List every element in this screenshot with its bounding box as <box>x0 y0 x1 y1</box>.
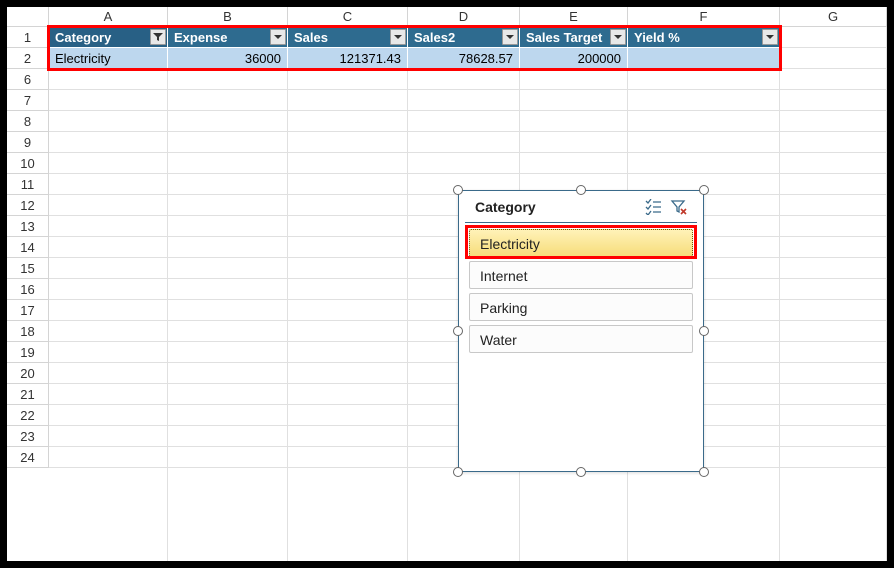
header-sales-target[interactable]: Sales Target <box>520 27 628 48</box>
resize-handle[interactable] <box>453 467 463 477</box>
row-header[interactable]: 11 <box>7 174 49 195</box>
row-header[interactable]: 6 <box>7 69 49 90</box>
header-label: Yield % <box>634 30 680 45</box>
cell-category[interactable]: Electricity <box>49 48 168 69</box>
slicer-item-internet[interactable]: Internet <box>469 261 693 289</box>
multi-select-icon[interactable] <box>641 195 665 219</box>
row-header[interactable]: 10 <box>7 153 49 174</box>
row-header[interactable]: 20 <box>7 363 49 384</box>
table-header-row: Category Expense Sales Sales2 <box>49 27 780 48</box>
dropdown-icon[interactable] <box>502 29 518 45</box>
dropdown-icon[interactable] <box>390 29 406 45</box>
resize-handle[interactable] <box>453 185 463 195</box>
header-label: Category <box>55 30 111 45</box>
row-header[interactable]: 22 <box>7 405 49 426</box>
resize-handle[interactable] <box>699 326 709 336</box>
header-label: Sales2 <box>414 30 455 45</box>
row-header[interactable]: 21 <box>7 384 49 405</box>
cell-sales-target[interactable]: 200000 <box>520 48 628 69</box>
row-header[interactable]: 23 <box>7 426 49 447</box>
row-header[interactable]: 7 <box>7 90 49 111</box>
row-header[interactable]: 19 <box>7 342 49 363</box>
dropdown-icon[interactable] <box>762 29 778 45</box>
slicer-item-water[interactable]: Water <box>469 325 693 353</box>
slicer-header: Category <box>465 191 697 223</box>
col-header-D[interactable]: D <box>408 7 520 27</box>
row-headers: 1 2 6 7 8 9 10 11 12 13 14 15 16 17 18 1… <box>7 27 49 468</box>
cell-expense[interactable]: 36000 <box>168 48 288 69</box>
resize-handle[interactable] <box>699 467 709 477</box>
col-header-F[interactable]: F <box>628 7 780 27</box>
row-header[interactable]: 9 <box>7 132 49 153</box>
header-yield[interactable]: Yield % <box>628 27 780 48</box>
resize-handle[interactable] <box>453 326 463 336</box>
slicer-item-parking[interactable]: Parking <box>469 293 693 321</box>
header-label: Sales <box>294 30 328 45</box>
resize-handle[interactable] <box>576 185 586 195</box>
header-label: Sales Target <box>526 30 602 45</box>
filter-active-icon[interactable] <box>150 29 166 45</box>
header-sales[interactable]: Sales <box>288 27 408 48</box>
row-header[interactable]: 16 <box>7 279 49 300</box>
resize-handle[interactable] <box>576 467 586 477</box>
spreadsheet-frame: A B C D E F G 1 2 6 7 8 9 10 11 12 13 14… <box>7 7 887 561</box>
row-header[interactable]: 13 <box>7 216 49 237</box>
row-header[interactable]: 24 <box>7 447 49 468</box>
resize-handle[interactable] <box>699 185 709 195</box>
col-header-E[interactable]: E <box>520 7 628 27</box>
slicer-category[interactable]: Category Electricity Internet Parking Wa… <box>458 190 704 472</box>
row-header[interactable]: 17 <box>7 300 49 321</box>
cell-sales[interactable]: 121371.43 <box>288 48 408 69</box>
clear-filter-icon[interactable] <box>667 195 691 219</box>
cell-yield[interactable] <box>628 48 780 69</box>
slicer-item-electricity[interactable]: Electricity <box>469 229 693 257</box>
slicer-title: Category <box>475 199 639 215</box>
cell-sales2[interactable]: 78628.57 <box>408 48 520 69</box>
row-header[interactable]: 18 <box>7 321 49 342</box>
dropdown-icon[interactable] <box>270 29 286 45</box>
col-header-A[interactable]: A <box>49 7 168 27</box>
col-header-B[interactable]: B <box>168 7 288 27</box>
row-header[interactable]: 12 <box>7 195 49 216</box>
row-header[interactable]: 1 <box>7 27 49 48</box>
header-expense[interactable]: Expense <box>168 27 288 48</box>
header-category[interactable]: Category <box>49 27 168 48</box>
data-table: Category Expense Sales Sales2 <box>49 27 780 69</box>
dropdown-icon[interactable] <box>610 29 626 45</box>
select-all-corner[interactable] <box>7 7 49 27</box>
row-header[interactable]: 2 <box>7 48 49 69</box>
column-headers: A B C D E F G <box>49 7 887 27</box>
col-header-G[interactable]: G <box>780 7 887 27</box>
col-header-C[interactable]: C <box>288 7 408 27</box>
header-sales2[interactable]: Sales2 <box>408 27 520 48</box>
slicer-items: Electricity Internet Parking Water <box>459 223 703 363</box>
row-header[interactable]: 8 <box>7 111 49 132</box>
table-row: Electricity 36000 121371.43 78628.57 200… <box>49 48 780 69</box>
row-header[interactable]: 15 <box>7 258 49 279</box>
header-label: Expense <box>174 30 227 45</box>
row-header[interactable]: 14 <box>7 237 49 258</box>
